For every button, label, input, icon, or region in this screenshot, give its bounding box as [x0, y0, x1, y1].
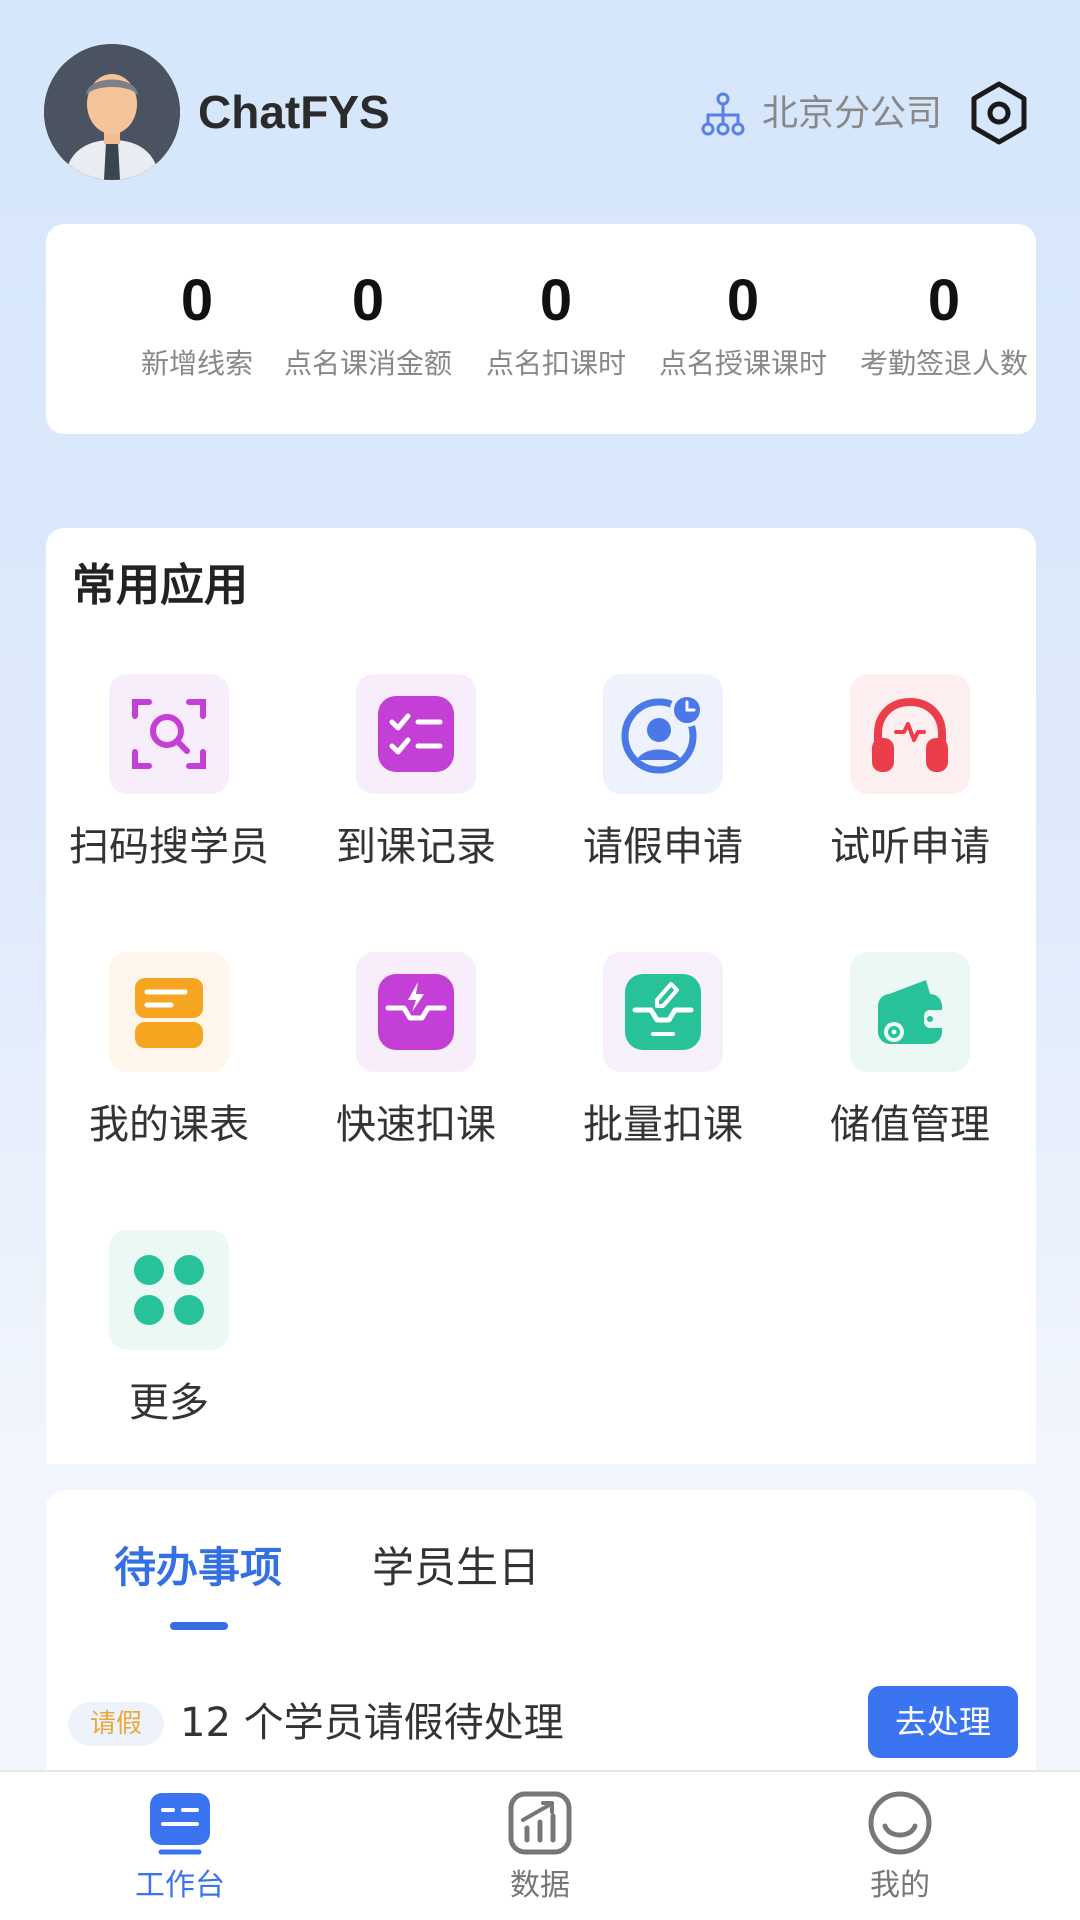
stat-value: 0: [539, 268, 573, 333]
app-label: 更多: [129, 1380, 209, 1426]
stat-label: 新增线索: [140, 347, 253, 380]
stat-label: 点名课消金额: [283, 347, 452, 380]
app-label: 扫码搜学员: [69, 824, 269, 870]
app-my-schedule[interactable]: 我的课表: [59, 952, 279, 1152]
stat-value: 0: [726, 268, 760, 333]
tab-indicator: [170, 1622, 228, 1630]
profile-smile-icon: [868, 1791, 932, 1855]
avatar-image: [44, 44, 180, 180]
stats-card: 0 新增线索 0 点名课消金额 0 点名扣课时 0 点名授课课时 0 考勤签退人…: [46, 224, 1036, 434]
nav-label: 数据: [510, 1868, 570, 1903]
org-switcher[interactable]: 北京分公司: [700, 88, 942, 140]
edit-tray-icon: [625, 974, 701, 1050]
header: ChatFYS 北京分公司: [0, 0, 1080, 220]
stat-teaching-hours[interactable]: 0 点名授课课时: [643, 266, 843, 384]
headphones-icon: [872, 697, 948, 772]
app-more[interactable]: 更多: [59, 1230, 279, 1430]
app-label: 批量扣课: [583, 1102, 743, 1148]
lightning-tray-icon: [378, 974, 454, 1050]
stat-value: 0: [351, 268, 385, 333]
nav-label: 工作台: [135, 1868, 225, 1903]
stat-rollcall-amount[interactable]: 0 点名课消金额: [268, 266, 468, 384]
task-badge: 请假: [68, 1702, 164, 1746]
app-tile: [603, 674, 723, 794]
app-tile: [356, 674, 476, 794]
app-tile: [603, 952, 723, 1072]
task-text: 12 个学员请假待处理: [180, 1700, 564, 1746]
checklist-icon: [378, 696, 454, 772]
avatar[interactable]: [44, 44, 180, 180]
apps-card: 常用应用 扫码搜学员 到课记录 请假申请 试听申请 我的课表 快速扣课 批量扣课…: [46, 528, 1036, 1464]
app-trial-request[interactable]: 试听申请: [800, 674, 1020, 874]
app-quick-deduct[interactable]: 快速扣课: [306, 952, 526, 1152]
scan-search-icon: [132, 699, 206, 769]
app-batch-deduct[interactable]: 批量扣课: [553, 952, 773, 1152]
app-label: 快速扣课: [336, 1102, 496, 1148]
user-clock-icon: [621, 693, 704, 774]
app-tile: [850, 674, 970, 794]
stat-value: 0: [180, 268, 214, 333]
stat-new-leads[interactable]: 0 新增线索: [97, 266, 297, 384]
wallet-gear-icon: [878, 980, 946, 1044]
schedule-icon: [135, 978, 203, 1048]
app-tile: [109, 952, 229, 1072]
org-label: 北京分公司: [762, 93, 943, 134]
org-tree-icon: [701, 92, 745, 136]
tasks-card: 待办事项 学员生日 请假 12 个学员请假待处理 去处理: [46, 1490, 1036, 1770]
bottom-nav: 工作台 数据 我的: [0, 1770, 1080, 1920]
data-chart-icon: [508, 1791, 572, 1855]
nav-data[interactable]: 数据: [440, 1790, 640, 1906]
stat-rollcall-hours[interactable]: 0 点名扣课时: [456, 266, 656, 384]
grid-more-icon: [134, 1255, 204, 1325]
app-label: 请假申请: [583, 824, 743, 870]
app-label: 储值管理: [830, 1102, 990, 1148]
stat-value: 0: [927, 268, 961, 333]
app-attendance-record[interactable]: 到课记录: [306, 674, 526, 874]
tab-student-birthday[interactable]: 学员生日: [372, 1538, 540, 1598]
app-stored-value[interactable]: 储值管理: [800, 952, 1020, 1152]
apps-title: 常用应用: [72, 560, 248, 611]
app-label: 试听申请: [830, 824, 990, 870]
app-label: 我的课表: [89, 1102, 249, 1148]
stat-label: 点名授课课时: [658, 347, 827, 380]
nav-label: 我的: [870, 1868, 930, 1903]
nav-workbench[interactable]: 工作台: [80, 1790, 280, 1906]
app-label: 到课记录: [336, 824, 496, 870]
stat-label: 考勤签退人数: [859, 347, 1028, 380]
stat-label: 点名扣课时: [485, 347, 626, 380]
workbench-icon: [150, 1793, 210, 1855]
user-name: ChatFYS: [198, 86, 390, 138]
nav-profile[interactable]: 我的: [800, 1790, 1000, 1906]
app-tile: [356, 952, 476, 1072]
settings-icon[interactable]: [966, 80, 1032, 146]
app-scan-search-student[interactable]: 扫码搜学员: [59, 674, 279, 874]
stat-checkout-count[interactable]: 0 考勤签退人数: [844, 266, 1044, 384]
task-row: 请假 12 个学员请假待处理 去处理: [68, 1686, 1018, 1758]
tab-todo[interactable]: 待办事项: [114, 1538, 282, 1598]
process-button[interactable]: 去处理: [868, 1686, 1018, 1758]
app-tile: [109, 674, 229, 794]
app-leave-request[interactable]: 请假申请: [553, 674, 773, 874]
app-tile: [109, 1230, 229, 1350]
app-tile: [850, 952, 970, 1072]
